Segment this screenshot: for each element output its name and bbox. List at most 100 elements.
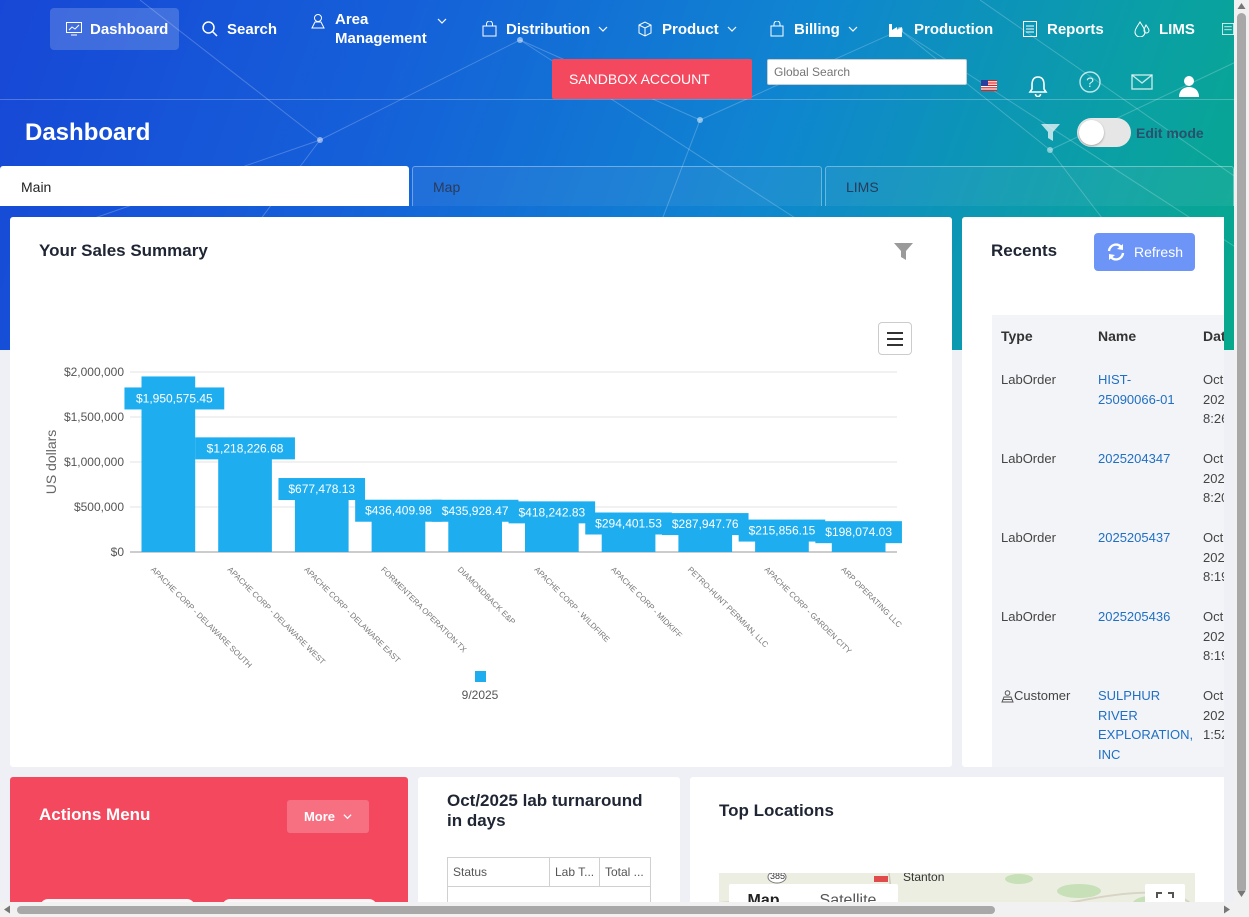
scroll-up-arrow[interactable]: [1237, 2, 1246, 10]
nav-reports[interactable]: Reports: [1021, 8, 1104, 50]
nav-distribution[interactable]: Distribution: [480, 8, 608, 50]
sandbox-account-badge: SANDBOX ACCOUNT: [552, 59, 752, 99]
nav-area-management[interactable]: Area Management: [309, 10, 447, 48]
recents-row-type: Customer: [1014, 688, 1071, 703]
vertical-scrollbar-thumb[interactable]: [1237, 13, 1246, 893]
map-road-label: 385: [770, 873, 786, 881]
nav-lims[interactable]: LIMS: [1133, 8, 1195, 50]
recents-table: Type Name Dat LabOrder HIST- 25090066-01…: [992, 315, 1224, 767]
refresh-icon: [1107, 243, 1125, 261]
data-label: $198,074.03: [825, 525, 892, 539]
recents-row-date: Oct 202 8:19: [1203, 530, 1224, 584]
lab-header-total[interactable]: Total ...: [600, 858, 650, 886]
data-label: $1,950,575.45: [136, 391, 213, 405]
nav-product[interactable]: Product: [636, 8, 737, 50]
legend-swatch[interactable]: [475, 671, 486, 682]
lab-turnaround-table: Status Lab T... Total ...: [447, 857, 651, 907]
chart-monitor-icon: [66, 20, 82, 38]
tab-label: LIMS: [846, 178, 879, 195]
top-navigation: Dashboard Search Area Management Distrib…: [0, 0, 1234, 58]
data-label: $418,242.83: [518, 505, 585, 519]
recents-row-date: Oct 202 8:20: [1203, 451, 1224, 505]
recents-row-link[interactable]: SULPHUR RIVER EXPLORATION, INC: [1098, 686, 1193, 764]
x-tick-label: APACHE CORP - WILDFIRE: [532, 565, 611, 644]
more-label: More: [303, 809, 336, 824]
bell-icon[interactable]: [1027, 74, 1049, 98]
cart-icon: [768, 20, 786, 38]
data-label: $435,928.47: [442, 504, 509, 518]
x-tick-label: ARP OPERATING LLC: [839, 565, 903, 629]
lab-header-lab-time[interactable]: Lab T...: [550, 858, 600, 886]
y-tick-label: $1,000,000: [64, 455, 124, 469]
sandbox-label: SANDBOX ACCOUNT: [569, 71, 710, 87]
recents-header-type: Type: [1001, 328, 1033, 344]
recents-row-link[interactable]: HIST- 25090066-01: [1098, 370, 1175, 409]
recents-row-date: Oct 202 8:26: [1203, 372, 1224, 426]
nav-label: Reports: [1047, 20, 1104, 38]
lab-turnaround-title: Oct/2025 lab turnaround in days: [447, 791, 643, 830]
y-tick-label: $0: [111, 545, 125, 559]
nav-dashboard[interactable]: Dashboard: [50, 8, 179, 50]
us-flag-icon[interactable]: [981, 80, 997, 91]
chevron-down-icon: [437, 18, 447, 24]
x-tick-label: APACHE CORP - MIDKIFF: [609, 565, 684, 640]
recents-row-link[interactable]: 2025205437: [1098, 528, 1170, 548]
actions-menu-card: [10, 777, 408, 917]
x-tick-label: FORMENTERA OPERATION-TX: [379, 565, 469, 655]
edit-mode-toggle[interactable]: [1077, 118, 1131, 147]
tab-main[interactable]: Main: [0, 166, 409, 206]
x-tick-label: APACHE CORP - GARDEN CITY: [763, 565, 854, 656]
nav-label: Area Management: [335, 11, 427, 47]
nav-label: Product: [662, 20, 719, 38]
actions-menu-title: Actions Menu: [39, 805, 151, 824]
x-tick-label: PETRO-HUNT PERMIAN, LLC: [686, 565, 770, 649]
refresh-button[interactable]: Refresh: [1094, 233, 1195, 271]
page-title: Dashboard: [25, 119, 151, 146]
mail-icon[interactable]: [1131, 74, 1153, 90]
nav-label: Distribution: [506, 20, 591, 38]
tab-label: Main: [21, 178, 52, 195]
recents-row-link[interactable]: 2025205436: [1098, 607, 1170, 627]
chart-bar[interactable]: [294, 491, 349, 552]
scroll-right-arrow[interactable]: [1223, 905, 1231, 914]
horizontal-scrollbar-thumb[interactable]: [17, 906, 995, 914]
scroll-down-arrow[interactable]: [1237, 890, 1246, 898]
legend-label[interactable]: 9/2025: [462, 688, 499, 702]
nav-label: Dashboard: [90, 20, 169, 38]
recents-row-date: Oct 202 1:52: [1203, 688, 1224, 742]
recents-header-name: Name: [1098, 328, 1137, 344]
recents-row-type: LabOrder: [1001, 530, 1056, 545]
data-label: $1,218,226.68: [207, 441, 284, 455]
help-icon[interactable]: ?: [1079, 71, 1101, 93]
tab-map[interactable]: Map: [412, 166, 822, 206]
overflow-nav-icon[interactable]: [1222, 20, 1234, 38]
svg-text:?: ?: [1086, 74, 1094, 90]
y-tick-label: $1,500,000: [64, 410, 124, 424]
document-icon: [1021, 20, 1039, 38]
more-button[interactable]: More: [287, 800, 369, 833]
nav-search[interactable]: Search: [201, 8, 277, 50]
recents-row-link[interactable]: 2025204347: [1098, 449, 1170, 469]
nav-billing[interactable]: Billing: [768, 8, 858, 50]
scroll-left-arrow[interactable]: [3, 905, 11, 914]
y-tick-label: $500,000: [74, 500, 124, 514]
data-label: $215,856.15: [749, 524, 816, 538]
recents-row-type: LabOrder: [1001, 609, 1056, 624]
refresh-label: Refresh: [1133, 244, 1184, 260]
global-search-input[interactable]: [767, 59, 967, 85]
filter-icon[interactable]: [1040, 123, 1060, 141]
chevron-down-icon: [343, 814, 352, 820]
edit-mode-label: Edit mode: [1136, 125, 1204, 141]
map-pin-icon: [309, 12, 327, 30]
recents-row-type: LabOrder: [1001, 451, 1056, 466]
header-divider: [0, 99, 1234, 100]
tab-lims[interactable]: LIMS: [825, 166, 1234, 206]
user-avatar-icon[interactable]: [1178, 74, 1200, 98]
top-locations-title: Top Locations: [719, 801, 834, 820]
x-tick-label: DIAMONDBACK E&P: [456, 565, 517, 626]
lab-header-status[interactable]: Status: [448, 858, 550, 886]
data-label: $287,947.76: [672, 517, 739, 531]
search-icon: [201, 20, 219, 38]
nav-label: Billing: [794, 20, 840, 38]
nav-production[interactable]: Production: [888, 8, 993, 50]
